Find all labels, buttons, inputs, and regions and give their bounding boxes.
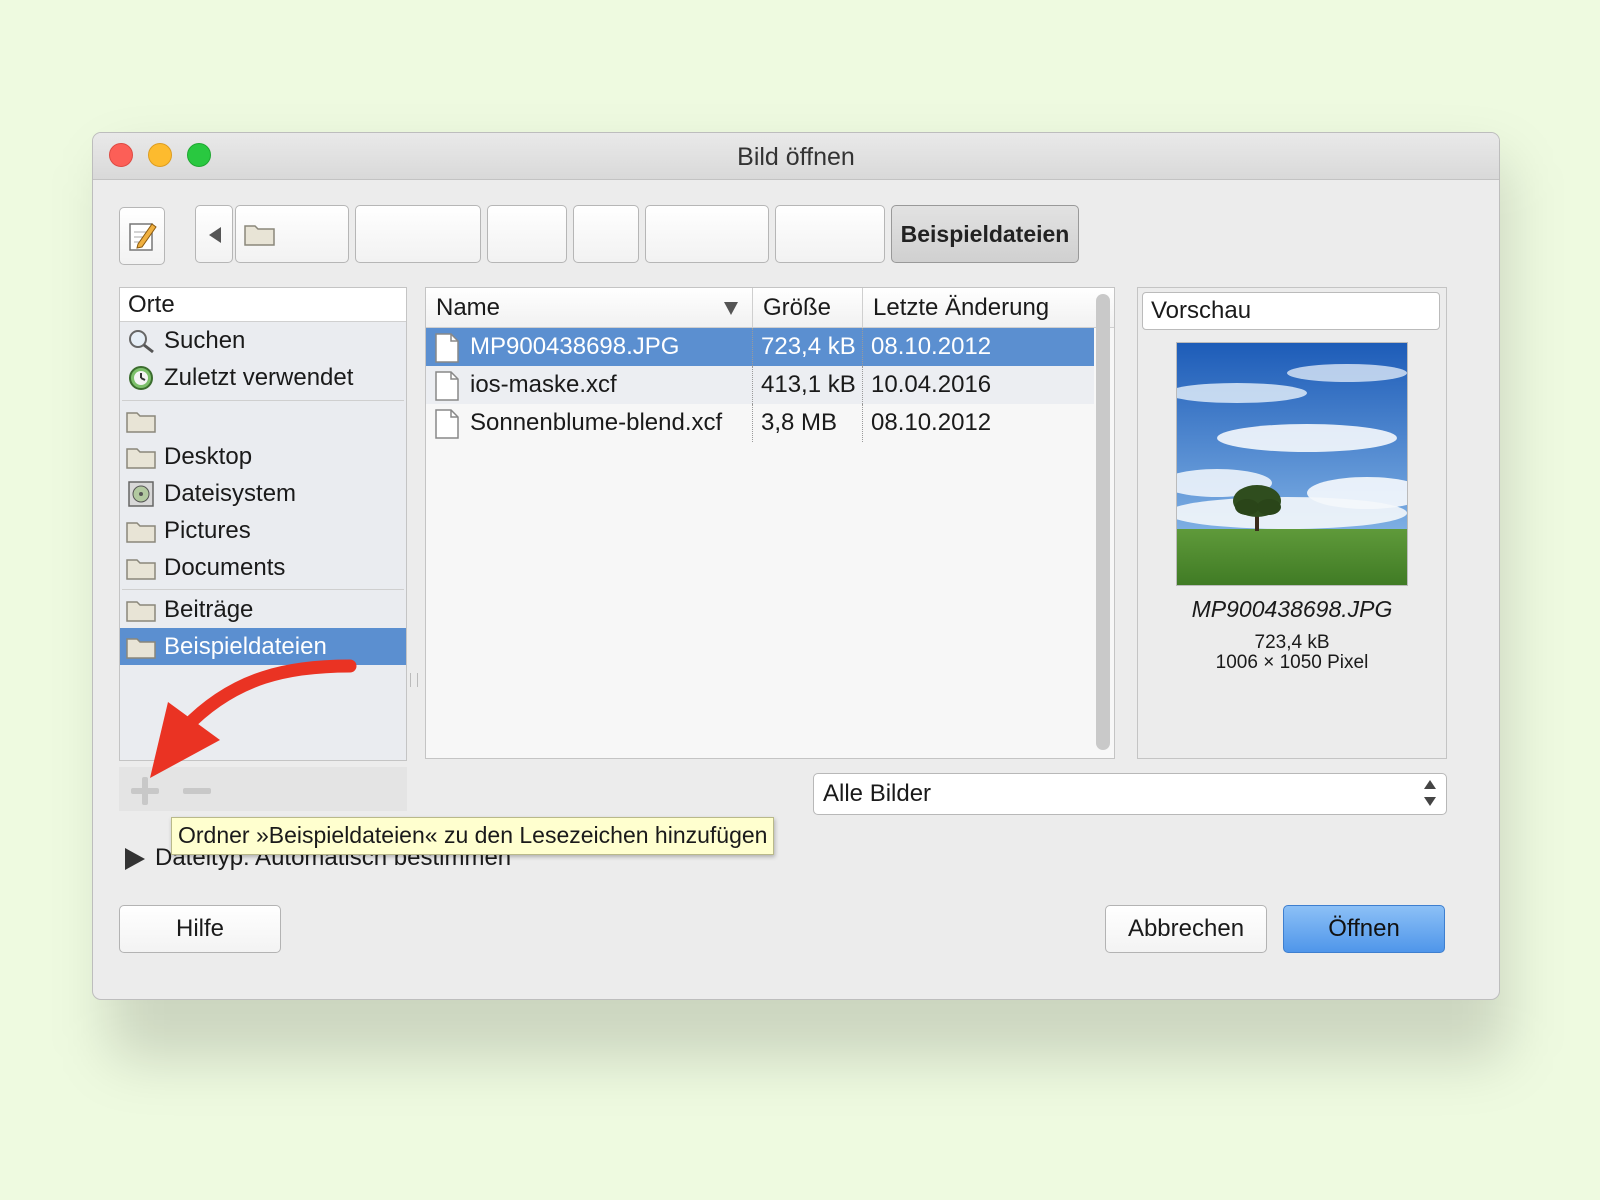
filter-value: Alle Bilder	[823, 780, 932, 807]
file-size: 413,1 kB	[752, 366, 856, 404]
add-bookmark-tooltip: Ordner »Beispieldateien« zu den Lesezeic…	[171, 817, 775, 855]
place-item-search[interactable]: Suchen	[120, 322, 406, 359]
file-name: Sonnenblume-blend.xcf	[470, 409, 723, 436]
file-name: ios-maske.xcf	[470, 371, 617, 398]
preview-panel: Vorschau MP900438698.JPG 723,4 kB 1006 ×…	[1137, 287, 1447, 759]
document-icon	[435, 333, 459, 363]
path-crumb-4[interactable]	[573, 205, 639, 263]
sort-descending-icon	[724, 302, 738, 315]
file-modified: 08.10.2012	[862, 328, 991, 366]
place-item-filesystem[interactable]: Dateisystem	[120, 475, 406, 512]
preview-thumbnail	[1176, 342, 1408, 586]
preview-dimensions: 1006 × 1050 Pixel	[1215, 652, 1369, 673]
type-location-button[interactable]	[119, 207, 165, 265]
pane-splitter-handle[interactable]	[410, 673, 418, 687]
open-button[interactable]: Öffnen	[1283, 905, 1445, 953]
path-crumb-current[interactable]: Beispieldateien	[891, 205, 1079, 263]
document-icon	[435, 371, 459, 401]
place-item-recent[interactable]: Zuletzt verwendet	[120, 359, 406, 396]
path-crumb-6[interactable]	[775, 205, 885, 263]
help-button[interactable]: Hilfe	[119, 905, 281, 953]
preview-filesize: 723,4 kB	[1254, 632, 1330, 653]
file-size: 3,8 MB	[752, 404, 837, 442]
file-row[interactable]: ios-maske.xcf 413,1 kB 10.04.2016	[426, 366, 1094, 404]
file-list-header: Name Größe Letzte Änderung	[426, 288, 1114, 328]
open-image-dialog: Bild öffnen Beispieldateien Orte Suchen …	[92, 132, 1500, 1000]
file-row[interactable]: Sonnenblume-blend.xcf 3,8 MB 08.10.2012	[426, 404, 1094, 442]
path-crumb-2[interactable]	[355, 205, 481, 263]
updown-chevron-icon	[1424, 780, 1436, 808]
path-back-button[interactable]	[195, 205, 233, 263]
folder-icon	[126, 448, 156, 469]
folder-icon	[126, 559, 156, 580]
file-row[interactable]: MP900438698.JPG 723,4 kB 08.10.2012	[426, 328, 1094, 366]
places-divider	[122, 589, 404, 590]
file-modified: 08.10.2012	[862, 404, 991, 442]
folder-icon	[126, 412, 156, 433]
pencil-notepad-icon	[129, 223, 157, 251]
place-item-documents[interactable]: Documents	[120, 549, 406, 586]
triangle-left-icon	[209, 227, 221, 243]
filesystem-icon	[128, 481, 154, 507]
path-crumb-1[interactable]	[235, 205, 349, 263]
places-header: Orte	[120, 288, 406, 322]
title-bar: Bild öffnen	[93, 133, 1499, 180]
folder-icon	[244, 225, 275, 246]
disclosure-triangle-icon	[125, 847, 145, 870]
place-item-beitraege[interactable]: Beiträge	[120, 591, 406, 628]
place-item-pictures[interactable]: Pictures	[120, 512, 406, 549]
annotation-arrow-icon	[150, 659, 357, 778]
file-list-scrollbar[interactable]	[1096, 294, 1110, 750]
place-item-home[interactable]	[120, 402, 406, 439]
window-title: Bild öffnen	[737, 143, 855, 171]
file-type-filter-select[interactable]: Alle Bilder	[813, 773, 1447, 815]
file-list: Name Größe Letzte Änderung MP900438698.J…	[425, 287, 1115, 759]
file-modified: 10.04.2016	[862, 366, 991, 404]
folder-icon	[126, 522, 156, 543]
file-name: MP900438698.JPG	[470, 333, 680, 360]
file-size: 723,4 kB	[752, 328, 856, 366]
place-item-desktop[interactable]: Desktop	[120, 438, 406, 475]
magnifier-icon	[129, 330, 154, 354]
recent-clock-icon	[129, 366, 153, 390]
preview-header: Vorschau	[1142, 292, 1440, 330]
landscape-tree-image	[1177, 343, 1407, 585]
path-crumb-5[interactable]	[645, 205, 769, 263]
document-icon	[435, 409, 459, 439]
column-header-name[interactable]: Name	[426, 288, 752, 328]
column-header-modified[interactable]: Letzte Änderung	[862, 288, 1094, 328]
preview-filename: MP900438698.JPG	[1191, 596, 1393, 622]
path-crumb-3[interactable]	[487, 205, 567, 263]
folder-icon	[126, 601, 156, 622]
places-divider	[122, 400, 404, 401]
cancel-button[interactable]: Abbrechen	[1105, 905, 1267, 953]
column-header-size[interactable]: Größe	[752, 288, 862, 328]
